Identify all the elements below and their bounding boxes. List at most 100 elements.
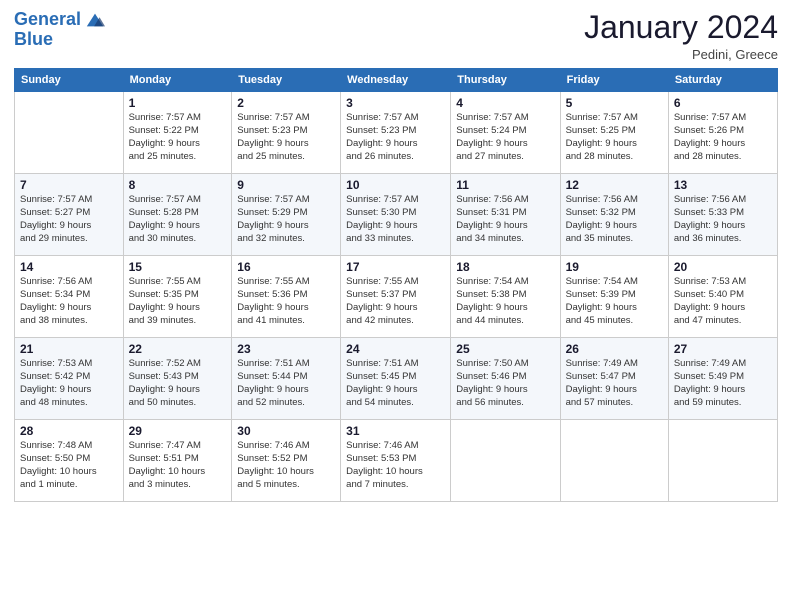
logo: General Blue [14,10,105,48]
day-cell: 4 Sunrise: 7:57 AM Sunset: 5:24 PM Daylig… [451,92,560,174]
day-info: Sunrise: 7:57 AM Sunset: 5:29 PM Dayligh… [237,194,335,245]
day-info: Sunrise: 7:57 AM Sunset: 5:24 PM Dayligh… [456,112,554,163]
day-number: 28 [20,424,118,438]
week-row-5: 28Sunrise: 7:48 AM Sunset: 5:50 PM Dayli… [15,420,778,502]
day-number: 20 [674,260,772,274]
day-cell [560,420,668,502]
day-info: Sunrise: 7:57 AM Sunset: 5:23 PM Dayligh… [237,112,335,163]
day-number: 11 [456,178,554,192]
day-number: 17 [346,260,445,274]
col-header-sunday: Sunday [15,69,124,92]
day-info: Sunrise: 7:57 AM Sunset: 5:28 PM Dayligh… [129,194,227,245]
day-number: 3 [346,96,445,110]
day-cell: 6 Sunrise: 7:57 AM Sunset: 5:26 PM Daylig… [668,92,777,174]
day-number: 29 [129,424,227,438]
day-number: 14 [20,260,118,274]
day-cell: 22 Sunrise: 7:52 AM Sunset: 5:43 PM Dayli… [123,338,232,420]
day-number: 23 [237,342,335,356]
day-number: 10 [346,178,445,192]
day-number: 31 [346,424,445,438]
day-info: Sunrise: 7:57 AM Sunset: 5:27 PM Dayligh… [20,194,118,245]
col-header-friday: Friday [560,69,668,92]
location-subtitle: Pedini, Greece [584,47,778,62]
day-cell: 1Sunrise: 7:57 AM Sunset: 5:22 PM Daylig… [123,92,232,174]
header-row: SundayMondayTuesdayWednesdayThursdayFrid… [15,69,778,92]
day-cell: 5Sunrise: 7:57 AM Sunset: 5:25 PM Daylig… [560,92,668,174]
day-cell: 13Sunrise: 7:56 AM Sunset: 5:33 PM Dayli… [668,174,777,256]
col-header-thursday: Thursday [451,69,560,92]
day-info: Sunrise: 7:47 AM Sunset: 5:51 PM Dayligh… [129,440,227,491]
day-info: Sunrise: 7:56 AM Sunset: 5:34 PM Dayligh… [20,276,118,327]
day-info: Sunrise: 7:54 AM Sunset: 5:38 PM Dayligh… [456,276,554,327]
week-row-4: 21Sunrise: 7:53 AM Sunset: 5:42 PM Dayli… [15,338,778,420]
day-cell: 14 Sunrise: 7:56 AM Sunset: 5:34 PM Dayli… [15,256,124,338]
day-info: Sunrise: 7:51 AM Sunset: 5:44 PM Dayligh… [237,358,335,409]
day-info: Sunrise: 7:46 AM Sunset: 5:53 PM Dayligh… [346,440,445,491]
header: General Blue January 2024 Pedini, Greece [14,10,778,62]
day-info: Sunrise: 7:46 AM Sunset: 5:52 PM Dayligh… [237,440,335,491]
day-info: Sunrise: 7:49 AM Sunset: 5:47 PM Dayligh… [566,358,663,409]
day-number: 25 [456,342,554,356]
title-block: January 2024 Pedini, Greece [584,10,778,62]
day-info: Sunrise: 7:49 AM Sunset: 5:49 PM Dayligh… [674,358,772,409]
day-number: 26 [566,342,663,356]
day-cell: 29 Sunrise: 7:47 AM Sunset: 5:51 PM Dayli… [123,420,232,502]
day-number: 18 [456,260,554,274]
day-number: 4 [456,96,554,110]
week-row-1: 1Sunrise: 7:57 AM Sunset: 5:22 PM Daylig… [15,92,778,174]
day-cell: 11 Sunrise: 7:56 AM Sunset: 5:31 PM Dayli… [451,174,560,256]
day-cell: 2Sunrise: 7:57 AM Sunset: 5:23 PM Daylig… [232,92,341,174]
day-number: 27 [674,342,772,356]
col-header-monday: Monday [123,69,232,92]
day-number: 7 [20,178,118,192]
month-title: January 2024 [584,10,778,45]
day-cell: 15 Sunrise: 7:55 AM Sunset: 5:35 PM Dayli… [123,256,232,338]
day-cell [451,420,560,502]
day-cell: 16Sunrise: 7:55 AM Sunset: 5:36 PM Dayli… [232,256,341,338]
day-cell: 12 Sunrise: 7:56 AM Sunset: 5:32 PM Dayli… [560,174,668,256]
day-info: Sunrise: 7:57 AM Sunset: 5:30 PM Dayligh… [346,194,445,245]
day-cell: 27 Sunrise: 7:49 AM Sunset: 5:49 PM Dayli… [668,338,777,420]
day-cell: 19 Sunrise: 7:54 AM Sunset: 5:39 PM Dayli… [560,256,668,338]
day-info: Sunrise: 7:55 AM Sunset: 5:36 PM Dayligh… [237,276,335,327]
day-info: Sunrise: 7:52 AM Sunset: 5:43 PM Dayligh… [129,358,227,409]
day-info: Sunrise: 7:54 AM Sunset: 5:39 PM Dayligh… [566,276,663,327]
day-info: Sunrise: 7:57 AM Sunset: 5:22 PM Dayligh… [129,112,227,163]
day-cell: 23 Sunrise: 7:51 AM Sunset: 5:44 PM Dayli… [232,338,341,420]
day-info: Sunrise: 7:57 AM Sunset: 5:25 PM Dayligh… [566,112,663,163]
col-header-tuesday: Tuesday [232,69,341,92]
day-info: Sunrise: 7:57 AM Sunset: 5:26 PM Dayligh… [674,112,772,163]
day-number: 22 [129,342,227,356]
day-cell: 31 Sunrise: 7:46 AM Sunset: 5:53 PM Dayli… [341,420,451,502]
day-info: Sunrise: 7:50 AM Sunset: 5:46 PM Dayligh… [456,358,554,409]
day-cell: 17 Sunrise: 7:55 AM Sunset: 5:37 PM Dayli… [341,256,451,338]
day-cell: 8Sunrise: 7:57 AM Sunset: 5:28 PM Daylig… [123,174,232,256]
day-number: 12 [566,178,663,192]
day-cell: 20 Sunrise: 7:53 AM Sunset: 5:40 PM Dayli… [668,256,777,338]
day-cell: 10 Sunrise: 7:57 AM Sunset: 5:30 PM Dayli… [341,174,451,256]
day-cell [15,92,124,174]
page: General Blue January 2024 Pedini, Greece… [0,0,792,612]
day-info: Sunrise: 7:56 AM Sunset: 5:33 PM Dayligh… [674,194,772,245]
day-info: Sunrise: 7:56 AM Sunset: 5:32 PM Dayligh… [566,194,663,245]
logo-icon [85,11,105,29]
day-info: Sunrise: 7:57 AM Sunset: 5:23 PM Dayligh… [346,112,445,163]
day-info: Sunrise: 7:56 AM Sunset: 5:31 PM Dayligh… [456,194,554,245]
day-cell: 30 Sunrise: 7:46 AM Sunset: 5:52 PM Dayli… [232,420,341,502]
day-info: Sunrise: 7:53 AM Sunset: 5:42 PM Dayligh… [20,358,118,409]
day-number: 19 [566,260,663,274]
day-number: 15 [129,260,227,274]
day-number: 6 [674,96,772,110]
day-number: 30 [237,424,335,438]
logo-blue: Blue [14,30,105,48]
day-cell: 9Sunrise: 7:57 AM Sunset: 5:29 PM Daylig… [232,174,341,256]
calendar-table: SundayMondayTuesdayWednesdayThursdayFrid… [14,68,778,502]
day-info: Sunrise: 7:51 AM Sunset: 5:45 PM Dayligh… [346,358,445,409]
day-cell: 26 Sunrise: 7:49 AM Sunset: 5:47 PM Dayli… [560,338,668,420]
day-info: Sunrise: 7:53 AM Sunset: 5:40 PM Dayligh… [674,276,772,327]
day-cell: 24Sunrise: 7:51 AM Sunset: 5:45 PM Dayli… [341,338,451,420]
day-cell: 25 Sunrise: 7:50 AM Sunset: 5:46 PM Dayli… [451,338,560,420]
day-info: Sunrise: 7:55 AM Sunset: 5:35 PM Dayligh… [129,276,227,327]
day-info: Sunrise: 7:55 AM Sunset: 5:37 PM Dayligh… [346,276,445,327]
week-row-2: 7 Sunrise: 7:57 AM Sunset: 5:27 PM Daylig… [15,174,778,256]
